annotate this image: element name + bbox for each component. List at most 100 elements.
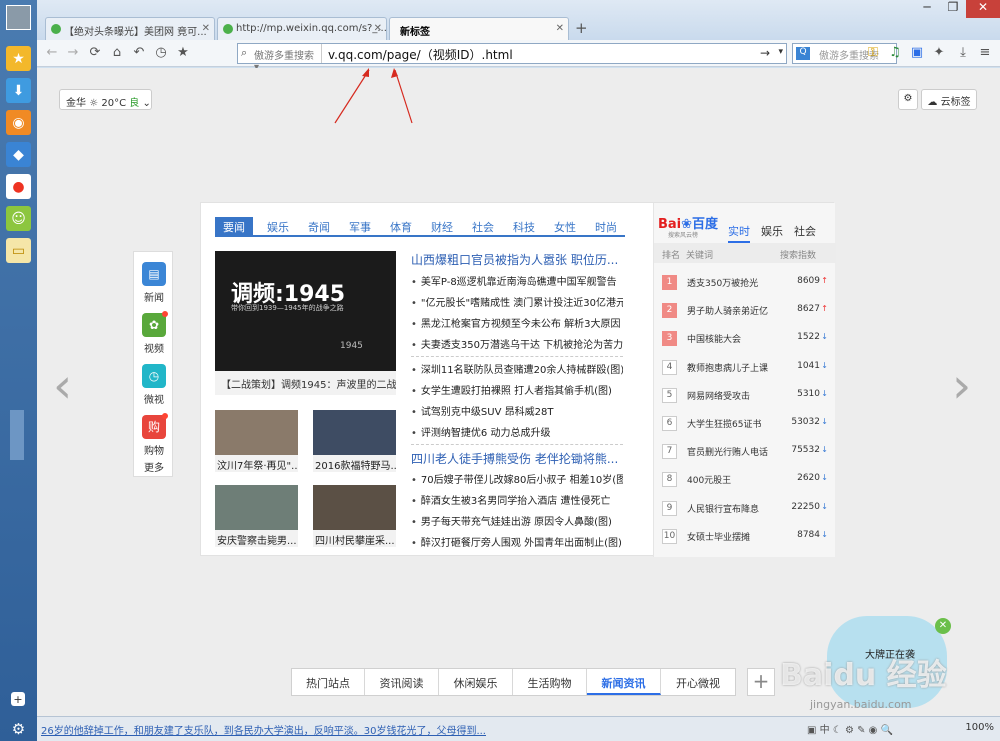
prev-page-chevron-icon[interactable]: ‹ <box>53 358 72 414</box>
headline-link[interactable]: 四川老人徒手搏熊受伤 老伴抡锄将熊... <box>411 450 621 467</box>
bottom-tab[interactable]: 开心微视 <box>661 669 735 695</box>
news-tab-4[interactable]: 体育 <box>390 217 412 235</box>
smiley-icon[interactable]: ☺ <box>6 206 31 231</box>
go-arrow-icon[interactable]: → <box>760 46 770 60</box>
tab-2[interactable]: 新标签 ✕ <box>389 17 569 41</box>
bottom-tab[interactable]: 资讯阅读 <box>365 669 439 695</box>
ranking-row[interactable]: 2 男子助人骑亲弟近亿 8627 ↑ <box>662 303 828 319</box>
news-link[interactable]: 美军P-8巡逻机靠近南海岛礁遭中国军舰警告 <box>411 273 623 294</box>
ranking-row[interactable]: 7 官员删光行贿人电话 75532 ↓ <box>662 444 828 460</box>
news-link[interactable]: 黑龙江枪案官方视频至今未公布 解析3大原因 <box>411 315 623 336</box>
cloud-tab-button[interactable]: ☁ 云标签 <box>921 89 977 110</box>
news-link[interactable]: 试驾别克中级SUV 昂科威28T <box>411 403 623 424</box>
zoom-level[interactable]: 100% <box>965 722 994 733</box>
bottom-tab[interactable]: 休闲娱乐 <box>439 669 513 695</box>
nav-video[interactable]: ✿ 视频 <box>138 311 170 355</box>
news-ticker-link[interactable]: 26岁的他辞掉工作，和朋友建了支乐队，到各民办大学演出，反响平淡。30岁钱花光了… <box>41 722 486 737</box>
close-icon[interactable]: ✕ <box>202 23 210 34</box>
ranking-row[interactable]: 1 透支350万被抢光 8609 ↑ <box>662 275 828 291</box>
avatar[interactable] <box>6 5 31 30</box>
search-box[interactable]: Q 傲游多重搜索 <box>792 43 897 64</box>
news-link[interactable]: 70后嫂子带侄儿改嫁80后小叔子 相差10岁(图) <box>411 471 623 492</box>
news-link[interactable]: 醉酒女生被3名男同学抬入酒店 遭性侵死亡 <box>411 492 623 513</box>
add-icon[interactable]: + <box>11 692 25 706</box>
thumb-story[interactable]: 2016款福特野马... <box>313 410 396 472</box>
news-tab-1[interactable]: 娱乐 <box>267 217 289 235</box>
download-icon[interactable]: ⬇ <box>6 78 31 103</box>
history-clock-icon[interactable]: ◷ <box>153 45 169 61</box>
restore-button[interactable]: ❐ <box>940 0 966 18</box>
news-link[interactable]: 评测纳智捷优6 动力总成升级 <box>411 424 623 445</box>
rss-icon[interactable]: ◉ <box>6 110 31 135</box>
settings-gear-icon[interactable]: ⚙ <box>6 716 31 741</box>
close-icon[interactable]: ✕ <box>935 618 951 634</box>
close-icon[interactable]: ✕ <box>556 23 564 34</box>
rank-tab-1[interactable]: 娱乐 <box>761 223 783 239</box>
tab-0[interactable]: 【绝对头条曝光】美团网 竟可... ✕ <box>45 17 215 41</box>
ranking-row[interactable]: 8 400元股王 2620 ↓ <box>662 472 828 488</box>
news-tab-6[interactable]: 社会 <box>472 217 494 235</box>
ranking-row[interactable]: 3 中国核能大会 1522 ↓ <box>662 331 828 347</box>
thumb-story[interactable]: 汶川7年祭·再见"... <box>215 410 298 472</box>
news-tab-2[interactable]: 奇闻 <box>308 217 330 235</box>
tab-1[interactable]: http://mp.weixin.qq.com/s?_... ✕ <box>217 17 387 41</box>
news-link[interactable]: "亿元股长"嗜赌成性 澳门累计投注近30亿港元 <box>411 294 623 315</box>
ranking-row[interactable]: 5 网易网络受攻击 5310 ↓ <box>662 387 828 404</box>
news-link[interactable]: 醉汉打砸餐厅旁人围观 外国青年出面制止(图) <box>411 534 623 555</box>
ranking-row[interactable]: 4 教师抱患病儿子上课 1041 ↓ <box>662 359 828 376</box>
home-icon[interactable]: ⌂ <box>109 45 125 61</box>
featured-story[interactable]: 调频:1945 带你回到1939—1945年的战争之路 1945 【二战策划】调… <box>215 251 396 395</box>
next-page-chevron-icon[interactable]: › <box>952 358 971 414</box>
bottom-tab[interactable]: 生活购物 <box>513 669 587 695</box>
url-text[interactable]: v.qq.com/page/（视频ID）.html <box>328 46 513 63</box>
ranking-row[interactable]: 9 人民银行宣布降息 22250 ↓ <box>662 500 828 517</box>
nav-weishi[interactable]: ◷ 微视 <box>138 364 170 406</box>
new-tab-plus-icon[interactable]: + <box>575 19 588 37</box>
weather-widget[interactable]: 金华 ☼ 20°C 良 ⌄ <box>59 89 152 110</box>
favorites-star-icon[interactable]: ★ <box>6 46 31 71</box>
screenshot-icon[interactable]: ▣ <box>909 45 925 61</box>
minimize-button[interactable]: ─ <box>914 0 940 18</box>
ranking-row[interactable]: 10 女硕士毕业摆摊 8784 ↓ <box>662 528 828 545</box>
note-icon[interactable]: ▭ <box>6 238 31 263</box>
puzzle-icon[interactable]: ✦ <box>931 45 947 61</box>
close-icon[interactable]: ✕ <box>374 23 382 34</box>
nav-shopping[interactable]: 购 购物 <box>138 413 170 457</box>
news-tab-3[interactable]: 军事 <box>349 217 371 235</box>
search-source-dropdown[interactable]: 傲游多重搜索 ▾ <box>238 44 322 73</box>
news-link[interactable]: 男子每天带充气娃娃出游 原因令人鼻酸(图) <box>411 513 623 534</box>
address-bar[interactable]: 傲游多重搜索 ▾ ⌕ v.qq.com/page/（视频ID）.html → ▾ <box>237 43 787 73</box>
headline-link[interactable]: 山西爆粗口官员被指为人嚣张 职位历... <box>411 251 621 268</box>
download-tray-icon[interactable]: ⤓ <box>955 45 971 61</box>
menu-icon[interactable]: ≡ <box>977 45 993 61</box>
news-tab-0[interactable]: 要闻 <box>215 217 253 235</box>
game-icon[interactable]: ◆ <box>6 142 31 167</box>
close-window-button[interactable]: ✕ <box>966 0 1000 18</box>
nav-more[interactable]: 更多 <box>138 459 170 474</box>
news-tab-7[interactable]: 科技 <box>513 217 535 235</box>
bottom-tab[interactable]: 热门站点 <box>292 669 365 695</box>
back-arrow-icon[interactable]: ← <box>44 45 60 61</box>
url-dropdown-icon[interactable]: ▾ <box>778 47 783 57</box>
nav-news[interactable]: ▤ 新闻 <box>138 262 170 304</box>
news-tab-8[interactable]: 女性 <box>554 217 576 235</box>
rank-tab-2[interactable]: 社会 <box>794 223 816 239</box>
translate-icon[interactable]: ♫ <box>887 45 903 61</box>
page-settings-gear-icon[interactable]: ⚙ <box>898 89 918 110</box>
news-tab-9[interactable]: 时尚 <box>595 217 617 235</box>
news-link[interactable]: 女学生遭殴打拍裸照 打人者指其偷手机(图) <box>411 382 623 403</box>
news-link[interactable]: 深圳11名联防队员查赌遭20余人持械群殴(图) <box>411 361 623 382</box>
search-engine-icon[interactable]: Q <box>796 47 810 60</box>
undo-icon[interactable]: ↶ <box>131 45 147 61</box>
bookmark-star-icon[interactable]: ★ <box>175 45 191 61</box>
key-icon[interactable]: ⚿ <box>865 45 881 61</box>
rank-tab-0[interactable]: 实时 <box>728 223 750 243</box>
thumb-story[interactable]: 四川村民攀崖采... <box>313 485 396 547</box>
add-site-button[interactable]: + <box>747 668 775 696</box>
sidebar-scroll-strip[interactable] <box>10 410 24 460</box>
weibo-icon[interactable]: ● <box>6 174 31 199</box>
news-link[interactable]: 夫妻透支350万潜逃乌干达 下机被抢沦为苦力 <box>411 336 623 357</box>
news-tab-5[interactable]: 财经 <box>431 217 453 235</box>
bottom-tab[interactable]: 新闻资讯 <box>587 669 661 695</box>
thumb-story[interactable]: 安庆警察击毙男... <box>215 485 298 547</box>
